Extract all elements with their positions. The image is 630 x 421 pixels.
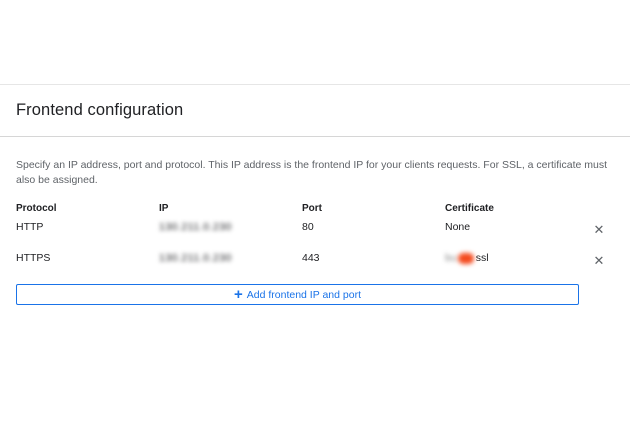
add-frontend-ip-label: Add frontend IP and port [246,288,361,301]
add-frontend-ip-button[interactable]: + Add frontend IP and port [16,284,579,305]
section-title: Frontend configuration [16,101,184,119]
section-description: Specify an IP address, port and protocol… [16,159,608,186]
frontend-table: Protocol IP Port Certificate HTTP 130.21… [16,203,616,268]
column-header-ip: IP [159,203,169,214]
close-icon[interactable]: ✕ [593,223,605,236]
frontend-configuration-panel: Frontend configuration Specify an IP add… [0,84,630,421]
column-header-port: Port [302,203,322,214]
ip-cell-redacted: 130.211.0.230 [159,252,232,264]
table-row: HTTPS 130.211.0.230 443 bu ssl ✕ [16,252,616,268]
table-header: Protocol IP Port Certificate [16,203,616,217]
certificate-suffix: ssl [475,252,489,264]
port-cell: 80 [302,221,314,233]
column-header-certificate: Certificate [445,203,494,214]
certificate-redacted-text: bu [445,252,457,264]
section-header: Frontend configuration [0,85,630,137]
certificate-cell: None [445,221,471,233]
certificate-cell: bu ssl [445,252,489,264]
redaction-mark [457,252,474,264]
plus-icon: + [234,286,243,303]
ip-cell-redacted: 130.211.0.230 [159,221,232,233]
table-row: HTTP 130.211.0.230 80 None ✕ [16,221,616,237]
close-icon[interactable]: ✕ [593,254,605,267]
protocol-cell: HTTP [16,221,44,233]
protocol-cell: HTTPS [16,252,51,264]
port-cell: 443 [302,252,320,264]
column-header-protocol: Protocol [16,203,57,214]
